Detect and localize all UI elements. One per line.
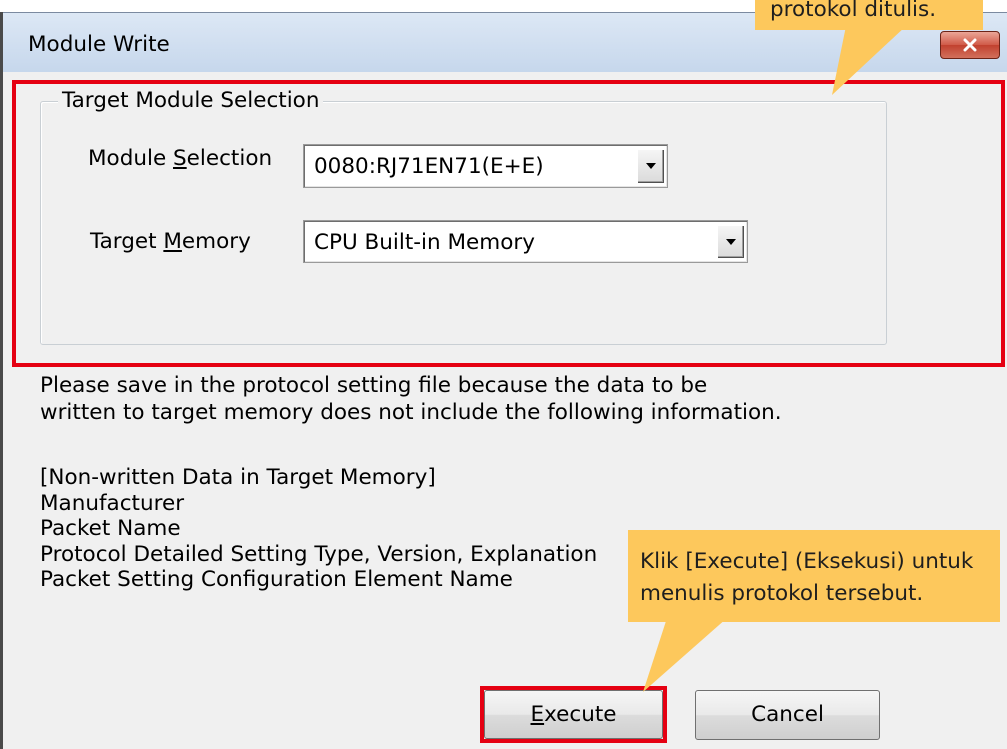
callout-line: Klik [Execute] (Eksekusi) untuk <box>640 549 974 574</box>
close-button[interactable] <box>940 31 1000 59</box>
target-memory-value: CPU Built-in Memory <box>314 230 535 255</box>
target-memory-label-part: emory <box>181 229 251 254</box>
module-selection-value: 0080:RJ71EN71(E+E) <box>314 154 544 179</box>
execute-button[interactable]: Execute <box>484 690 663 739</box>
list-item: Packet Setting Configuration Element Nam… <box>40 567 513 593</box>
group-title: Target Module Selection <box>58 88 324 114</box>
dialog-title: Module Write <box>28 32 170 57</box>
execute-label-part: xecute <box>544 702 617 727</box>
module-selection-accelerator: S <box>173 146 187 171</box>
message-line: written to target memory does not includ… <box>40 400 782 425</box>
dialog-body: Target Module Selection Module Selection… <box>0 72 1007 749</box>
message-line: Please save in the protocol setting file… <box>40 373 708 398</box>
dropdown-arrow-icon <box>645 163 656 169</box>
cancel-button[interactable]: Cancel <box>695 690 880 740</box>
module-selection-combobox[interactable]: 0080:RJ71EN71(E+E) <box>303 144 668 188</box>
list-item: Manufacturer <box>40 490 185 516</box>
screenshot-stage: Module Write Target Module Selection Mod… <box>0 0 1007 749</box>
close-icon <box>963 38 977 52</box>
dropdown-arrow-icon <box>725 238 736 245</box>
target-memory-combobox[interactable]: CPU Built-in Memory <box>303 220 748 263</box>
non-written-data-heading: [Non-written Data in Target Memory] <box>40 465 436 490</box>
execute-callout: Klik [Execute] (Eksekusi) untuk menulis … <box>628 530 1000 622</box>
module-selection-label-part: Module <box>88 146 174 171</box>
target-memory-label: Target Memory <box>90 229 251 255</box>
module-selection-dropdown-button[interactable] <box>637 149 664 183</box>
target-memory-accelerator: M <box>163 229 182 254</box>
save-notice-message: Please save in the protocol setting file… <box>40 372 782 426</box>
non-written-data-list: [Non-written Data in Target Memory] Manu… <box>40 465 597 593</box>
cancel-label: Cancel <box>751 702 824 727</box>
module-selection-label-part: election <box>186 146 273 171</box>
list-item: Packet Name <box>40 516 181 542</box>
callout-line: menulis protokol tersebut. <box>640 581 924 606</box>
callout-line: protokol ditulis. <box>770 0 937 22</box>
target-module-selection-group: Target Module Selection Module Selection… <box>40 88 887 345</box>
top-callout: protokol ditulis. <box>755 0 983 30</box>
list-item: Protocol Detailed Setting Type, Version,… <box>40 541 598 567</box>
target-memory-label-part: Target <box>90 229 164 254</box>
target-memory-dropdown-button[interactable] <box>717 225 744 258</box>
execute-accelerator: E <box>530 702 545 727</box>
module-selection-label: Module Selection <box>88 146 272 172</box>
